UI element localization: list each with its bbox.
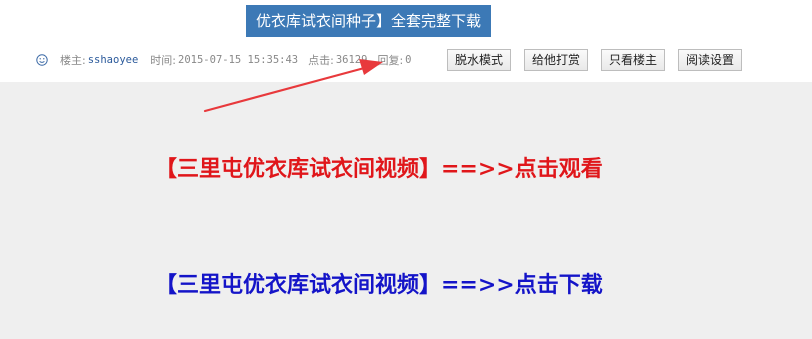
- smiley-icon: [36, 54, 48, 66]
- author-label: 楼主:: [60, 54, 86, 67]
- click-count: 36129: [335, 54, 368, 66]
- author-name[interactable]: sshaoyee: [88, 54, 139, 66]
- watch-video-link[interactable]: 【三里屯优衣库试衣间视频】==>>点击观看: [155, 151, 603, 183]
- post-header: 优衣库试衣间种子】全套完整下载 楼主: sshaoyee 时间: 2015-07…: [0, 0, 812, 82]
- download-video-link[interactable]: 【三里屯优衣库试衣间视频】==>>点击下载: [155, 267, 603, 299]
- post-time: 2015-07-15 15:35:43: [178, 54, 299, 66]
- only-op-button[interactable]: 只看楼主: [601, 49, 666, 71]
- post-meta-bar: 楼主: sshaoyee 时间: 2015-07-15 15:35:43 点击:…: [36, 51, 422, 69]
- tip-author-button[interactable]: 给他打赏: [524, 49, 589, 71]
- time-label: 时间:: [150, 54, 177, 67]
- plain-mode-button[interactable]: 脱水模式: [447, 49, 512, 71]
- post-title[interactable]: 优衣库试衣间种子】全套完整下载: [246, 5, 492, 37]
- post-content: 【三里屯优衣库试衣间视频】==>>点击观看 【三里屯优衣库试衣间视频】==>>点…: [0, 82, 812, 339]
- reply-count: 0: [405, 54, 412, 66]
- replies-label: 回复:: [377, 54, 404, 67]
- clicks-label: 点击:: [308, 54, 334, 67]
- read-settings-button[interactable]: 阅读设置: [678, 49, 743, 71]
